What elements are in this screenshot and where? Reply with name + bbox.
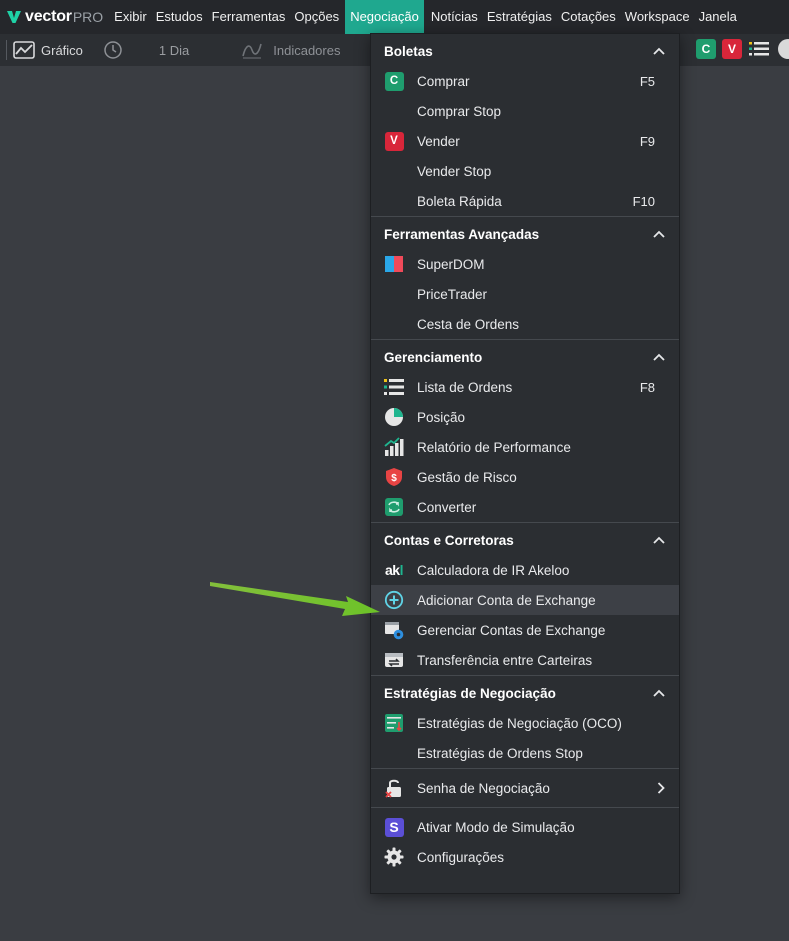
menu-item-lista-de-ordens[interactable]: Lista de Ordens F8 <box>371 372 679 402</box>
quick-buy-button[interactable]: C <box>696 39 716 59</box>
chevron-up-icon[interactable] <box>653 353 665 361</box>
menu-ferramentas[interactable]: Ferramentas <box>209 0 292 34</box>
chevron-up-icon[interactable] <box>653 47 665 55</box>
chevron-up-icon[interactable] <box>653 230 665 238</box>
section-settings: S Ativar Modo de Simulação Configurações <box>371 808 679 872</box>
menu-item-senha-de-negociacao[interactable]: Senha de Negociação <box>371 773 679 803</box>
wallet-transfer-icon <box>384 650 404 670</box>
toolbar-right-group: C V <box>696 39 789 59</box>
menu-estrategias[interactable]: Estratégias <box>484 0 558 34</box>
period-selector[interactable]: 1 Dia <box>159 34 189 66</box>
toolbar-divider <box>6 40 7 60</box>
section-title: Estratégias de Negociação <box>384 685 556 701</box>
order-list-icon[interactable] <box>748 39 770 59</box>
vectorpro-logo: vector PRO <box>0 0 111 34</box>
line-chart-icon <box>13 41 35 59</box>
menu-item-gerenciar-contas-exchange[interactable]: Gerenciar Contas de Exchange <box>371 615 679 645</box>
akeloo-logo-icon: akl <box>385 562 404 578</box>
section-estrategias-negociacao: Estratégias de Negociação Estratégias de… <box>371 676 679 769</box>
chart-button[interactable]: Gráfico <box>13 34 83 66</box>
manage-accounts-gear-icon <box>384 620 404 640</box>
menu-item-transferencia-carteiras[interactable]: Transferência entre Carteiras <box>371 645 679 675</box>
chevron-up-icon[interactable] <box>653 536 665 544</box>
section-header-boletas[interactable]: Boletas <box>371 36 679 66</box>
performance-bars-icon <box>384 437 404 457</box>
section-contas-e-corretoras: Contas e Corretoras akl Calculadora de I… <box>371 523 679 676</box>
section-title: Boletas <box>384 43 433 59</box>
chart-label: Gráfico <box>41 42 83 58</box>
order-list-icon <box>384 377 404 397</box>
menu-negociacao[interactable]: Negociação <box>345 0 424 34</box>
simulation-s-icon: S <box>384 817 404 837</box>
menu-item-cesta-de-ordens[interactable]: Cesta de Ordens <box>371 309 679 339</box>
menu-item-configuracoes[interactable]: Configurações <box>371 842 679 872</box>
menu-item-superdom[interactable]: SuperDOM <box>371 249 679 279</box>
shortcut: F10 <box>632 193 655 209</box>
sell-v-badge-icon: V <box>384 131 404 151</box>
menu-item-adicionar-conta-exchange[interactable]: Adicionar Conta de Exchange <box>371 585 679 615</box>
shortcut: F8 <box>639 379 655 395</box>
menu-item-comprar[interactable]: C Comprar F5 <box>371 66 679 96</box>
shortcut: F5 <box>639 73 655 89</box>
section-title: Contas e Corretoras <box>384 532 514 548</box>
menu-item-estrategias-oco[interactable]: Estratégias de Negociação (OCO) <box>371 708 679 738</box>
section-header-gerenciamento[interactable]: Gerenciamento <box>371 342 679 372</box>
chevron-up-icon[interactable] <box>653 689 665 697</box>
position-icon[interactable] <box>778 39 789 59</box>
logo-text: vector <box>25 8 72 25</box>
pie-chart-icon <box>384 407 404 427</box>
menu-item-posicao[interactable]: Posição <box>371 402 679 432</box>
section-title: Gerenciamento <box>384 349 483 365</box>
section-senha: Senha de Negociação <box>371 769 679 808</box>
quick-sell-button[interactable]: V <box>722 39 742 59</box>
section-title: Ferramentas Avançadas <box>384 226 540 242</box>
menu-exibir[interactable]: Exibir <box>111 0 153 34</box>
menu-item-comprar-stop[interactable]: Comprar Stop <box>371 96 679 126</box>
menu-item-boleta-rapida[interactable]: Boleta Rápida F10 <box>371 186 679 216</box>
menu-item-converter[interactable]: Converter <box>371 492 679 522</box>
menu-item-calculadora-ir-akeloo[interactable]: akl Calculadora de IR Akeloo <box>371 555 679 585</box>
menu-item-ativar-modo-simulacao[interactable]: S Ativar Modo de Simulação <box>371 812 679 842</box>
menu-item-gestao-de-risco[interactable]: $ Gestão de Risco <box>371 462 679 492</box>
vector-logo-icon <box>7 11 21 23</box>
indicators-icon <box>242 43 263 59</box>
menu-item-vender[interactable]: V Vender F9 <box>371 126 679 156</box>
buy-c-badge-icon: C <box>384 71 404 91</box>
section-header-ferramentas-avancadas[interactable]: Ferramentas Avançadas <box>371 219 679 249</box>
svg-text:$: $ <box>391 473 397 484</box>
shortcut: F9 <box>639 133 655 149</box>
menu-item-estrategias-ordens-stop[interactable]: Estratégias de Ordens Stop <box>371 738 679 768</box>
menu-cotacoes[interactable]: Cotações <box>558 0 622 34</box>
risk-shield-icon: $ <box>384 467 404 487</box>
menu-item-vender-stop[interactable]: Vender Stop <box>371 156 679 186</box>
unlock-icon <box>384 778 404 798</box>
add-circle-icon <box>384 590 404 610</box>
oco-strategy-icon <box>384 713 404 733</box>
menu-item-pricetrader[interactable]: PriceTrader <box>371 279 679 309</box>
indicators-button[interactable]: Indicadores <box>273 34 340 66</box>
convert-icon <box>384 497 404 517</box>
negociacao-dropdown-menu: Boletas C Comprar F5 Comprar Stop V Vend… <box>370 33 680 894</box>
section-gerenciamento: Gerenciamento Lista de Ordens F8 Posição… <box>371 340 679 523</box>
clock-icon[interactable] <box>103 40 123 60</box>
logo-suffix: PRO <box>72 9 104 25</box>
menu-noticias[interactable]: Notícias <box>428 0 484 34</box>
section-header-estrategias-negociacao[interactable]: Estratégias de Negociação <box>371 678 679 708</box>
superdom-icon <box>384 254 404 274</box>
menu-workspace[interactable]: Workspace <box>622 0 696 34</box>
section-boletas: Boletas C Comprar F5 Comprar Stop V Vend… <box>371 34 679 217</box>
menu-bar: vector PRO Exibir Estudos Ferramentas Op… <box>0 0 789 34</box>
menu-janela[interactable]: Janela <box>696 0 743 34</box>
menu-item-relatorio-de-performance[interactable]: Relatório de Performance <box>371 432 679 462</box>
annotation-arrow <box>210 582 380 616</box>
menu-estudos[interactable]: Estudos <box>153 0 209 34</box>
gear-icon <box>384 847 404 867</box>
section-header-contas-e-corretoras[interactable]: Contas e Corretoras <box>371 525 679 555</box>
chevron-right-icon <box>657 782 665 794</box>
section-ferramentas-avancadas: Ferramentas Avançadas SuperDOM PriceTrad… <box>371 217 679 340</box>
menu-opcoes[interactable]: Opções <box>291 0 345 34</box>
